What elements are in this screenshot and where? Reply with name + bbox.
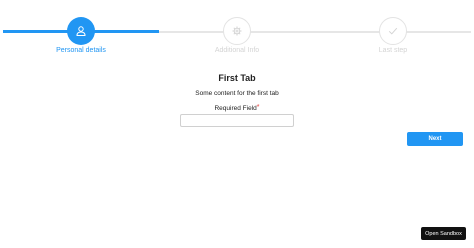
next-button[interactable]: Next	[407, 132, 463, 146]
stepper: Personal details Additional Info Last st…	[0, 0, 474, 62]
required-field-input[interactable]	[180, 114, 294, 127]
step-3-label: Last step	[378, 47, 408, 54]
check-icon	[387, 25, 399, 37]
step-2-label: Additional Info	[214, 47, 260, 54]
required-marker: *	[256, 104, 260, 111]
required-field-label: Required Field*	[0, 104, 474, 112]
step-3-circle[interactable]	[379, 17, 407, 45]
step-2-circle[interactable]	[223, 17, 251, 45]
step-1-circle[interactable]	[67, 17, 95, 45]
open-sandbox-button[interactable]: Open Sandbox	[421, 227, 466, 240]
progress-track-remaining	[159, 31, 471, 33]
tab-title: First Tab	[218, 73, 256, 83]
tab-description: Some content for the first tab	[195, 90, 279, 97]
step-1-label: Personal details	[56, 47, 106, 54]
field-label-text: Required Field	[214, 105, 257, 112]
gear-icon	[231, 25, 243, 37]
user-icon	[75, 25, 87, 37]
